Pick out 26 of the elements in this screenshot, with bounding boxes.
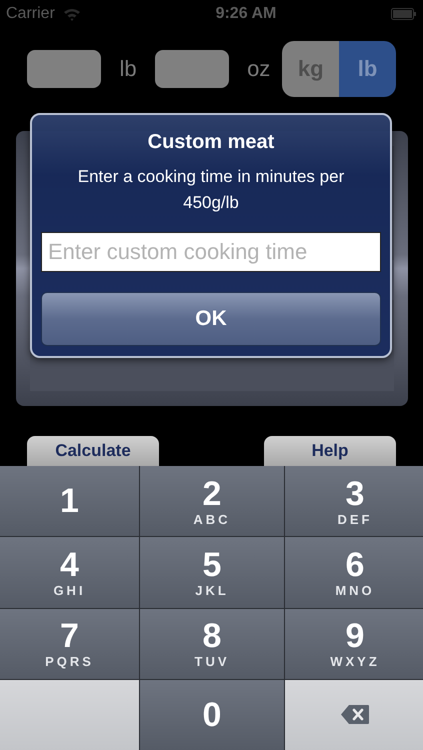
wifi-icon (62, 8, 81, 20)
clock-time: 9:26 AM (216, 5, 276, 23)
keypad-key[interactable]: 6 MNO (285, 537, 423, 608)
keypad-key[interactable]: 3 DEF (285, 466, 423, 536)
unit-label: oz (247, 56, 270, 82)
battery-icon (391, 8, 417, 20)
keypad-key[interactable]: 0 (140, 680, 284, 750)
carrier-label: Carrier (6, 5, 55, 23)
alert-message: Enter a cooking time in minutes per 450g/lb (76, 166, 346, 214)
keypad-key[interactable]: 5 JKL (140, 537, 284, 608)
keypad-key[interactable]: 2 ABC (140, 466, 284, 536)
action-button[interactable]: Help (264, 436, 396, 466)
unit-label: lb (119, 56, 137, 82)
keypad-key[interactable]: 8 TUV (140, 608, 284, 679)
input-field[interactable]: Enter custom cooking time (41, 232, 381, 272)
ok-button[interactable]: OK (41, 292, 381, 346)
keypad-key[interactable]: 1 (0, 466, 139, 536)
weight-input[interactable] (154, 50, 230, 88)
weight-input[interactable] (27, 50, 102, 88)
keypad-key[interactable]: 4 GHI (0, 537, 139, 608)
keypad-key[interactable]: 9 WXYZ (285, 608, 423, 679)
keypad-key[interactable]: 7 PQRS (0, 608, 139, 679)
alert-title: Custom meat (148, 131, 274, 154)
action-button[interactable]: Calculate (27, 436, 159, 466)
delete-key[interactable] (285, 680, 423, 750)
backspace-icon (340, 704, 370, 726)
